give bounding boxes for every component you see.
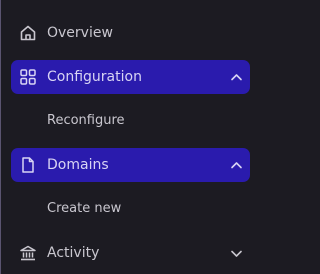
file-icon [22,157,34,173]
sidebar-item-configuration[interactable]: Configuration [11,60,250,94]
grid-icon [20,69,36,85]
chevron-up-icon[interactable] [230,71,243,84]
sidebar-subitem-create-new[interactable]: Create new [47,197,121,221]
sidebar-item-domains[interactable]: Domains [11,148,250,182]
sidebar-item-label: Domains [47,157,109,173]
home-icon [20,25,36,41]
sidebar-subitem-reconfigure[interactable]: Reconfigure [47,109,125,133]
sidebar-item-label: Configuration [47,69,142,85]
bank-icon [20,245,36,261]
sidebar-item-overview[interactable]: Overview [11,16,250,50]
sidebar-item-label: Overview [47,25,113,41]
sidebar-item-activity[interactable]: Activity [11,236,250,270]
sidebar-nav: Overview Configuration Reconfigure Domai… [0,0,251,274]
sidebar-item-label: Activity [47,245,100,261]
chevron-down-icon[interactable] [230,247,243,260]
chevron-up-icon[interactable] [230,159,243,172]
